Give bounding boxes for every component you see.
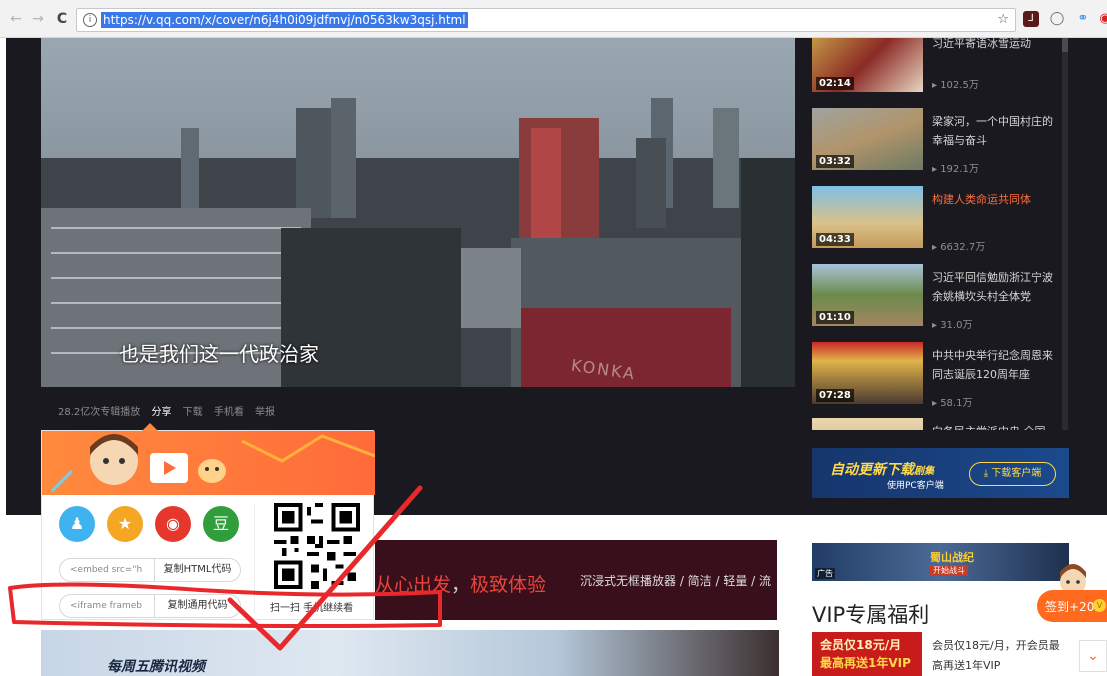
copy-generic-button[interactable]: 复制通用代码 <box>154 595 240 617</box>
video-title[interactable]: 中共中央举行纪念周恩来同志诞辰120周年座 <box>932 346 1060 384</box>
embed-code-field[interactable] <box>60 559 154 581</box>
download-client-button[interactable]: ⤓ 下载客户端 <box>969 462 1056 486</box>
address-bar[interactable]: i https://v.qq.com/x/cover/n6j4h0i09jdfm… <box>76 8 1016 32</box>
video-player[interactable]: 也是我们这一代政治家 KONKA <box>41 38 795 387</box>
coin-icon: V <box>1093 599 1106 612</box>
forward-arrow-icon[interactable]: → <box>30 10 46 28</box>
game-ad-banner[interactable]: 蜀山战纪 开始战斗 广告 <box>812 543 1069 581</box>
share-header-illustration <box>42 431 375 495</box>
vip-promo-thumbnail[interactable]: 会员仅18元/月 最高再送1年VIP <box>812 632 922 676</box>
ad-title: 自动更新下载剧集 <box>830 462 934 478</box>
popup-caret <box>142 423 158 431</box>
playlist-scroll-thumb[interactable] <box>1062 38 1068 52</box>
share-divider <box>254 505 255 613</box>
related-video-list: 02:14 习近平寄语冰雪运动 ▸ 102.5万 03:32 梁家河，一个中国村… <box>812 38 1066 430</box>
video-title[interactable]: 习近平寄语冰雪运动 <box>932 38 1060 53</box>
link-extension-icon[interactable]: ⚭ <box>1075 11 1091 27</box>
list-item[interactable]: 02:14 习近平寄语冰雪运动 ▸ 102.5万 <box>812 38 1066 96</box>
video-thumbnail[interactable]: 02:14 <box>812 38 923 92</box>
video-title[interactable]: 构建人类命运共同体 <box>932 190 1060 209</box>
game-logo: 蜀山战纪 <box>930 551 974 564</box>
list-item[interactable]: 03:32 梁家河，一个中国村庄的幸福与奋斗 ▸ 192.1万 <box>812 108 1066 175</box>
playlist-scrollbar[interactable] <box>1062 38 1068 430</box>
view-count: ▸ 102.5万 <box>932 80 979 91</box>
site-info-icon[interactable]: i <box>83 13 97 27</box>
chevron-down-icon[interactable]: ⌄ <box>1079 640 1107 672</box>
download-client-ad[interactable]: 自动更新下载剧集 使用PC客户端 ⤓ 下载客户端 <box>812 448 1069 498</box>
view-count: ▸ 192.1万 <box>932 164 979 175</box>
vip-section-title: VIP专属福利 <box>812 603 930 627</box>
video-title[interactable]: 习近平回信勉励浙江宁波余姚横坎头村全体党 <box>932 268 1060 306</box>
promo-slogan: 从心出发，极致体验 <box>375 574 547 596</box>
view-count: ▸ 31.0万 <box>932 320 973 331</box>
ad-subtitle: 使用PC客户端 <box>887 481 944 491</box>
signin-label: 签到+20 <box>1045 600 1095 614</box>
video-thumbnail[interactable]: 01:10 <box>812 264 923 326</box>
list-item[interactable]: 01:10 习近平回信勉励浙江宁波余姚横坎头村全体党 ▸ 31.0万 <box>812 264 1066 331</box>
duration-badge: 02:14 <box>816 77 854 90</box>
qr-code <box>274 503 360 589</box>
report-link[interactable]: 举报 <box>255 407 275 418</box>
bookmark-star-icon[interactable]: ☆ <box>997 12 1009 27</box>
video-thumbnail[interactable]: 07:28 <box>812 342 923 404</box>
vip-thumb-line1: 会员仅18元/月 <box>820 638 902 652</box>
list-item[interactable]: 向各民主党派中央 全国 <box>812 418 1066 430</box>
qq-icon[interactable]: ♟ <box>59 506 95 542</box>
duration-badge: 04:33 <box>816 233 854 246</box>
weibo-icon[interactable]: ◉ <box>155 506 191 542</box>
qr-caption: 扫一扫 手机继续看 <box>270 603 354 614</box>
share-popup: ♟ ★ ◉ 豆 复制HTML代码 复制通用代码 扫一扫 手机继续 <box>41 423 375 620</box>
list-item[interactable]: 04:33 构建人类命运共同体 ▸ 6632.7万 <box>812 186 1066 253</box>
video-title[interactable]: 向各民主党派中央 全国 <box>932 422 1060 430</box>
video-thumbnail[interactable]: 03:32 <box>812 108 923 170</box>
player-action-bar: 28.2亿次专辑播放 分享 下载 手机看 举报 <box>58 403 283 418</box>
douban-icon[interactable]: 豆 <box>203 506 239 542</box>
game-start-tag[interactable]: 开始战斗 <box>930 565 968 576</box>
view-count: ▸ 6632.7万 <box>932 242 986 253</box>
signin-button[interactable]: 签到+20 V <box>1037 590 1107 622</box>
download-link[interactable]: 下载 <box>183 407 203 418</box>
reload-icon[interactable]: C <box>54 10 70 28</box>
video-thumbnail[interactable] <box>812 418 923 430</box>
stop-extension-icon[interactable]: ◉ <box>1097 11 1107 27</box>
list-item[interactable]: 07:28 中共中央举行纪念周恩来同志诞辰120周年座 ▸ 58.1万 <box>812 342 1066 409</box>
iframe-code-row: 复制通用代码 <box>59 594 241 618</box>
ring-extension-icon[interactable]: ◯ <box>1049 11 1065 27</box>
ad-label: 广告 <box>815 568 835 579</box>
video-subtitle: 也是我们这一代政治家 <box>119 342 319 366</box>
browser-toolbar: ← → C i https://v.qq.com/x/cover/n6j4h0i… <box>0 0 1107 38</box>
view-count: ▸ 58.1万 <box>932 398 973 409</box>
duration-badge: 01:10 <box>816 311 854 324</box>
mascot-illustration <box>50 434 375 493</box>
weekly-show-banner[interactable]: 每周五腾讯视频 <box>41 630 779 676</box>
qzone-icon[interactable]: ★ <box>107 506 143 542</box>
promo-features: 沉浸式无框播放器 / 简洁 / 轻量 / 流 <box>580 574 772 588</box>
weekly-show-text: 每周五腾讯视频 <box>107 659 205 675</box>
embed-code-row: 复制HTML代码 <box>59 558 241 582</box>
copy-html-button[interactable]: 复制HTML代码 <box>154 559 240 581</box>
share-link[interactable]: 分享 <box>151 407 171 418</box>
vip-promo-text[interactable]: 会员仅18元/月，开会员最高再送1年VIP <box>932 636 1062 676</box>
pdf-extension-icon[interactable]: ⅃ <box>1023 11 1039 27</box>
phone-watch-link[interactable]: 手机看 <box>214 407 244 418</box>
back-arrow-icon[interactable]: ← <box>8 10 24 28</box>
play-count: 28.2亿次专辑播放 <box>58 407 141 418</box>
duration-badge: 03:32 <box>816 155 854 168</box>
video-thumbnail[interactable]: 04:33 <box>812 186 923 248</box>
video-title[interactable]: 梁家河，一个中国村庄的幸福与奋斗 <box>932 112 1060 150</box>
iframe-code-field[interactable] <box>60 595 154 617</box>
vip-thumb-line2: 最高再送1年VIP <box>820 656 911 670</box>
city-aerial-frame <box>41 38 795 387</box>
url-text[interactable]: https://v.qq.com/x/cover/n6j4h0i09jdfmvj… <box>101 12 468 28</box>
duration-badge: 07:28 <box>816 389 854 402</box>
